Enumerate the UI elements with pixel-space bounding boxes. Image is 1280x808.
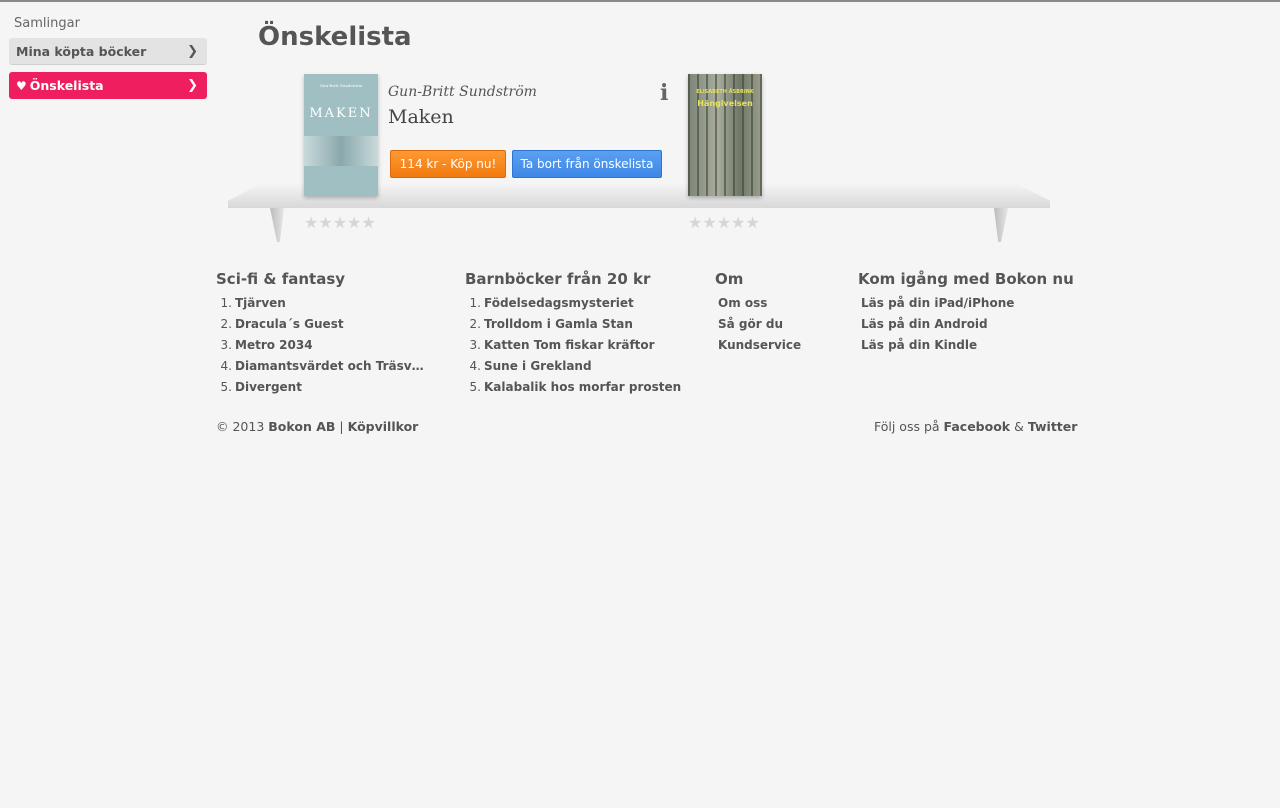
list-item: 2. Trolldom i Gamla Stan bbox=[469, 317, 633, 331]
facebook-link[interactable]: Facebook bbox=[944, 419, 1011, 434]
footer-column-get-started: Kom igång med Bokon nu Läs på din iPad/i… bbox=[858, 270, 1074, 356]
sidebar-item-purchased-books[interactable]: Mina köpta böcker ❯ bbox=[9, 38, 207, 65]
cover-image bbox=[304, 136, 378, 166]
book-link[interactable]: Dracula´s Guest bbox=[235, 314, 344, 335]
book-link[interactable]: Tjärven bbox=[235, 293, 286, 314]
star-rating[interactable]: ★★★★★ bbox=[688, 213, 760, 232]
shelf-bracket bbox=[994, 208, 1008, 242]
footer-column-heading: Om bbox=[715, 270, 744, 288]
bookshelf: Gun-Britt Sundström MAKEN Gun-Britt Sund… bbox=[228, 68, 1052, 248]
list-item: 1. Tjärven bbox=[216, 293, 431, 314]
footer-column-about: Om Om oss Så gör du Kundservice bbox=[715, 270, 801, 356]
list-item: Läs på din iPad/iPhone bbox=[858, 293, 1074, 314]
chevron-right-icon: ❯ bbox=[187, 78, 198, 93]
list-item: 3. Metro 2034 bbox=[216, 335, 431, 356]
separator: | bbox=[339, 419, 344, 434]
book-link[interactable]: Metro 2034 bbox=[235, 335, 313, 356]
footer-link-kindle[interactable]: Läs på din Kindle bbox=[861, 338, 977, 352]
page-title: Önskelista bbox=[258, 22, 412, 52]
list-item: Läs på din Android bbox=[858, 314, 1074, 335]
list-item: 4. Sune i Grekland bbox=[469, 359, 592, 373]
footer-link-customer-service[interactable]: Kundservice bbox=[718, 338, 801, 352]
shelf-bracket bbox=[270, 208, 284, 242]
list-item: Kundservice bbox=[715, 335, 801, 356]
book-link[interactable]: Trolldom i Gamla Stan bbox=[484, 317, 633, 331]
copyright-text: © 2013 bbox=[216, 419, 265, 434]
ampersand: & bbox=[1014, 419, 1024, 434]
book-author: Gun-Britt Sundström bbox=[388, 84, 537, 100]
list-item: 4.Diamantsvärdet och Träsvärdet bbox=[216, 356, 431, 377]
sidebar-heading: Samlingar bbox=[14, 16, 80, 31]
footer-column-heading: Barnböcker från 20 kr bbox=[465, 270, 651, 288]
list-item: 5. Divergent bbox=[216, 377, 431, 398]
list-item: 5. Kalabalik hos morfar prosten bbox=[469, 380, 682, 394]
remove-from-wishlist-button[interactable]: Ta bort från önskelista bbox=[512, 150, 662, 178]
chevron-right-icon: ❯ bbox=[187, 44, 198, 59]
footer-link-ipad[interactable]: Läs på din iPad/iPhone bbox=[861, 296, 1014, 310]
footer-column-heading: Sci-fi & fantasy bbox=[216, 270, 346, 288]
list-item: Om oss bbox=[715, 293, 801, 314]
heart-icon: ♥ bbox=[16, 79, 27, 93]
book-title: Maken bbox=[388, 106, 454, 128]
book-link[interactable]: Divergent bbox=[235, 377, 302, 398]
book-link[interactable]: Kalabalik hos morfar prosten bbox=[484, 380, 681, 394]
book-link[interactable]: Katten Tom fiskar kräftor bbox=[484, 338, 655, 352]
footer-column-heading: Kom igång med Bokon nu bbox=[858, 270, 1074, 288]
terms-link[interactable]: Köpvillkor bbox=[348, 419, 419, 434]
book-info: Gun-Britt Sundström Maken bbox=[388, 84, 678, 128]
info-icon[interactable]: i bbox=[660, 80, 668, 106]
copyright: © 2013 Bokon AB | Köpvillkor bbox=[216, 419, 418, 434]
sidebar: Samlingar Mina köpta böcker ❯ ♥ Önskelist… bbox=[9, 16, 207, 106]
company-link[interactable]: Bokon AB bbox=[268, 419, 335, 434]
list-item: Så gör du bbox=[715, 314, 801, 335]
list-item: Läs på din Kindle bbox=[858, 335, 1074, 356]
sidebar-item-wishlist[interactable]: ♥ Önskelista ❯ bbox=[9, 72, 207, 99]
list-item: 1. Födelsedagsmysteriet bbox=[469, 296, 634, 310]
twitter-link[interactable]: Twitter bbox=[1028, 419, 1078, 434]
cover-author: ELISABETH ÅSBRINK bbox=[696, 89, 754, 95]
cover-author: Gun-Britt Sundström bbox=[319, 83, 363, 88]
sidebar-item-label: Mina köpta böcker bbox=[16, 44, 147, 59]
book-link[interactable]: Sune i Grekland bbox=[484, 359, 592, 373]
book-link[interactable]: Födelsedagsmysteriet bbox=[484, 296, 634, 310]
footer-column-scifi: Sci-fi & fantasy 1. Tjärven 2. Dracula´s G… bbox=[216, 270, 431, 398]
social-follow: Följ oss på Facebook & Twitter bbox=[874, 419, 1077, 434]
list-item: 3. Katten Tom fiskar kräftor bbox=[469, 338, 655, 352]
footer-column-childrens-books: Barnböcker från 20 kr 1. Födelsedagsmyste… bbox=[465, 270, 681, 398]
footer-link-how-to[interactable]: Så gör du bbox=[718, 317, 783, 331]
sidebar-item-label: Önskelista bbox=[29, 78, 104, 93]
book-cover-maken[interactable]: Gun-Britt Sundström MAKEN bbox=[304, 74, 378, 196]
cover-title: Hängivelsen bbox=[697, 99, 753, 108]
buy-button[interactable]: 114 kr - Köp nu! bbox=[390, 150, 506, 178]
list-item: 2. Dracula´s Guest bbox=[216, 314, 431, 335]
book-cover-hangivelsen[interactable]: ELISABETH ÅSBRINK Hängivelsen bbox=[688, 74, 762, 196]
footer-link-about-us[interactable]: Om oss bbox=[718, 296, 767, 310]
follow-text: Följ oss på bbox=[874, 419, 940, 434]
star-rating[interactable]: ★★★★★ bbox=[304, 213, 376, 232]
cover-title: MAKEN bbox=[309, 106, 373, 121]
footer-link-android[interactable]: Läs på din Android bbox=[861, 317, 988, 331]
book-link[interactable]: Diamantsvärdet och Träsvärdet bbox=[235, 356, 425, 377]
